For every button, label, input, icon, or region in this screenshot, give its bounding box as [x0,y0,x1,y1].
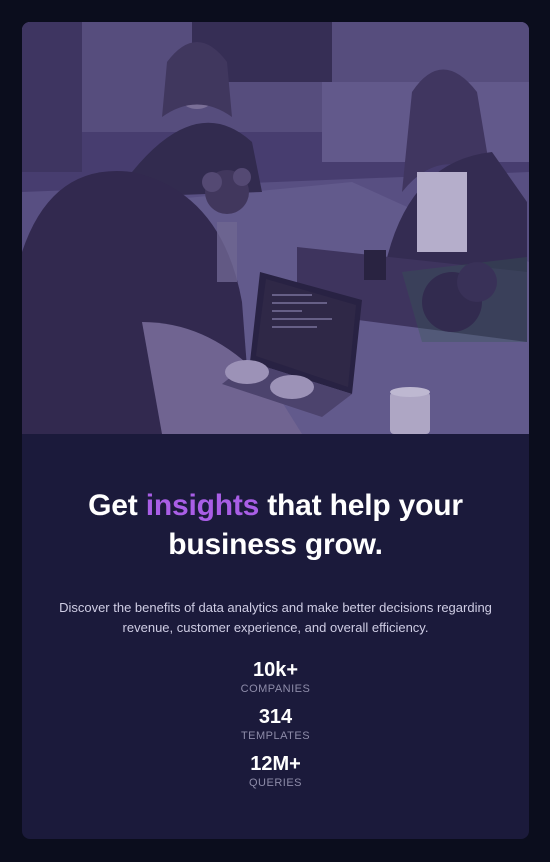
stat-value: 10k+ [252,659,299,681]
stat-value: 12M+ [250,753,301,775]
stats-list: 10k+ companies 314 templates 12M+ querie… [22,658,529,790]
stat-label: queries [248,777,302,789]
headline: Get insights that help your business gro… [66,486,486,564]
stat-templates: 314 templates [22,705,529,743]
headline-prefix: Get [88,489,146,522]
office-photo-illustration [22,22,529,434]
stat-value: 314 [258,706,293,728]
card-content: Get insights that help your business gro… [22,434,529,790]
description: Discover the benefits of data analytics … [59,600,492,635]
stat-label: companies [240,683,311,695]
stat-label: templates [240,730,311,742]
stats-preview-card: Get insights that help your business gro… [22,22,529,839]
headline-accent: insights [145,489,260,522]
stat-queries: 12M+ queries [22,752,529,790]
stat-companies: 10k+ companies [22,658,529,696]
hero-image [22,22,529,434]
